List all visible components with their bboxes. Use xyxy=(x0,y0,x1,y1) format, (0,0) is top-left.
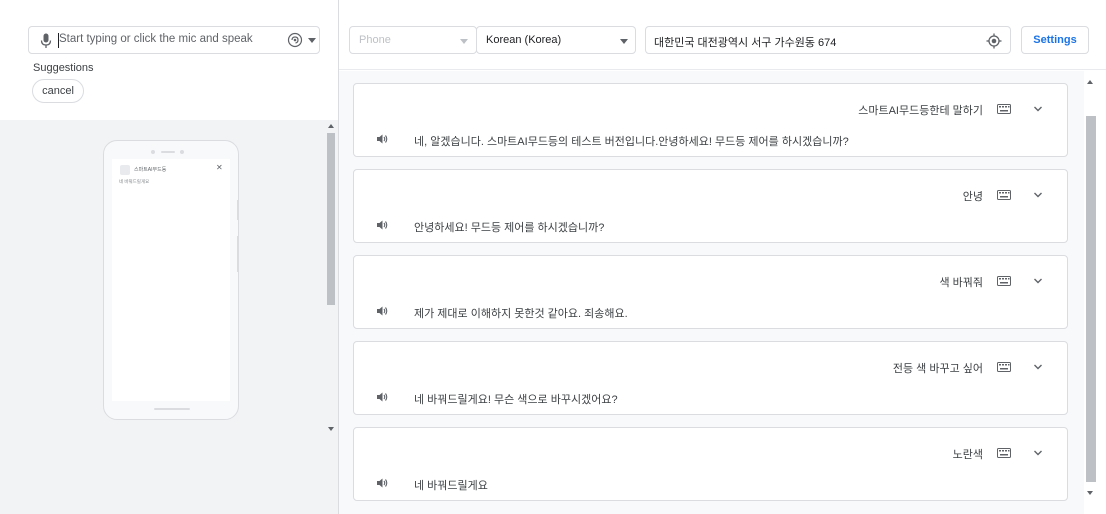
language-select[interactable]: Korean (Korea) xyxy=(476,26,636,54)
assistant-response: 안녕하세요! 무드등 제어를 하시겠습니까? xyxy=(414,222,605,234)
assistant-response: 네 바꿔드릴게요 xyxy=(414,480,488,492)
conversation-card[interactable]: 노란색 네 바꿔드릴게요 xyxy=(353,427,1068,501)
scroll-down-arrow[interactable] xyxy=(328,427,334,431)
keyboard-icon xyxy=(997,104,1011,114)
chevron-down-icon xyxy=(620,39,628,44)
device-select-value: Phone xyxy=(359,34,391,46)
speaker-icon[interactable] xyxy=(376,305,388,317)
keyboard-icon xyxy=(997,276,1011,286)
simulator-toolbar: Phone Korean (Korea) 대한민국 대전광역시 서구 가수원동 … xyxy=(339,0,1106,70)
language-select-value: Korean (Korea) xyxy=(486,34,562,46)
suggestion-chip-cancel[interactable]: cancel xyxy=(32,79,84,103)
phone-frame: 스마트AI무드등 ✕ 네 바꿔드릴게요 xyxy=(103,140,239,420)
speaker-icon[interactable] xyxy=(376,391,388,403)
suggestions-title: Suggestions xyxy=(33,62,94,74)
location-input[interactable]: 대한민국 대전광역시 서구 가수원동 674 xyxy=(645,26,1011,54)
assistant-response: 네 바꿔드릴게요! 무슨 색으로 바꾸시겠어요? xyxy=(414,394,618,406)
scroll-down-arrow[interactable] xyxy=(1087,491,1093,495)
voice-dropdown-arrow[interactable] xyxy=(308,38,316,43)
query-placeholder: Start typing or click the mic and speak xyxy=(59,33,253,45)
mic-icon[interactable] xyxy=(40,33,52,49)
conversation-card[interactable]: 색 바꿔줘 제가 제대로 이해하지 못한것 같아요. 죄송해요. xyxy=(353,255,1068,329)
conversation-card[interactable]: 스마트AI무드등한테 말하기 네, 알겠습니다. 스마트AI무드등의 테스트 버… xyxy=(353,83,1068,157)
conversation-card[interactable]: 안녕 안녕하세요! 무드등 제어를 하시겠습니까? xyxy=(353,169,1068,243)
location-value: 대한민국 대전광역시 서구 가수원동 674 xyxy=(654,37,837,49)
phone-side-button xyxy=(237,236,239,272)
speaker-icon[interactable] xyxy=(376,219,388,231)
phone-screen: 스마트AI무드등 ✕ 네 바꿔드릴게요 xyxy=(112,159,230,401)
app-response-text: 네 바꿔드릴게요 xyxy=(119,179,150,184)
user-query: 스마트AI무드등한테 말하기 xyxy=(858,105,983,117)
chevron-down-icon[interactable] xyxy=(1033,190,1043,200)
left-panel: Start typing or click the mic and speak … xyxy=(0,0,338,514)
user-query: 색 바꿔줘 xyxy=(939,277,983,289)
chevron-down-icon[interactable] xyxy=(1033,276,1043,286)
speaker-icon[interactable] xyxy=(376,133,388,145)
keyboard-icon xyxy=(997,362,1011,372)
chevron-down-icon[interactable] xyxy=(1033,448,1043,458)
conversation-panel: 스마트AI무드등한테 말하기 네, 알겠습니다. 스마트AI무드등의 테스트 버… xyxy=(339,71,1084,514)
assistant-response: 제가 제대로 이해하지 못한것 같아요. 죄송해요. xyxy=(414,308,628,320)
voice-icon[interactable] xyxy=(287,32,303,48)
app-icon xyxy=(120,165,130,175)
device-select[interactable]: Phone xyxy=(349,26,477,54)
phone-camera xyxy=(151,150,155,154)
input-section: Start typing or click the mic and speak … xyxy=(0,0,338,120)
phone-side-button xyxy=(237,200,239,220)
assistant-response: 네, 알겠습니다. 스마트AI무드등의 테스트 버전입니다.안녕하세요! 무드등… xyxy=(414,136,849,148)
app-title: 스마트AI무드등 xyxy=(134,167,167,173)
keyboard-icon xyxy=(997,190,1011,200)
scroll-up-arrow[interactable] xyxy=(328,124,334,128)
user-query: 전등 색 바꾸고 싶어 xyxy=(892,363,983,375)
chevron-down-icon xyxy=(460,39,468,44)
phone-home-bar xyxy=(154,408,190,410)
phone-sensor xyxy=(180,150,184,154)
phone-speaker xyxy=(161,151,175,153)
settings-button[interactable]: Settings xyxy=(1021,26,1089,54)
user-query: 노란색 xyxy=(952,449,983,461)
conversation-card[interactable]: 전등 색 바꾸고 싶어 네 바꿔드릴게요! 무슨 색으로 바꾸시겠어요? xyxy=(353,341,1068,415)
user-query: 안녕 xyxy=(962,191,983,203)
close-icon[interactable]: ✕ xyxy=(216,163,223,172)
speaker-icon[interactable] xyxy=(376,477,388,489)
query-input[interactable]: Start typing or click the mic and speak xyxy=(28,26,320,54)
scroll-up-arrow[interactable] xyxy=(1087,80,1093,84)
chevron-down-icon[interactable] xyxy=(1033,104,1043,114)
conversation-scrollbar-thumb[interactable] xyxy=(1086,116,1096,482)
chevron-down-icon[interactable] xyxy=(1033,362,1043,372)
preview-scrollbar-thumb[interactable] xyxy=(327,133,335,305)
my-location-icon[interactable] xyxy=(986,33,1002,49)
keyboard-icon xyxy=(997,448,1011,458)
